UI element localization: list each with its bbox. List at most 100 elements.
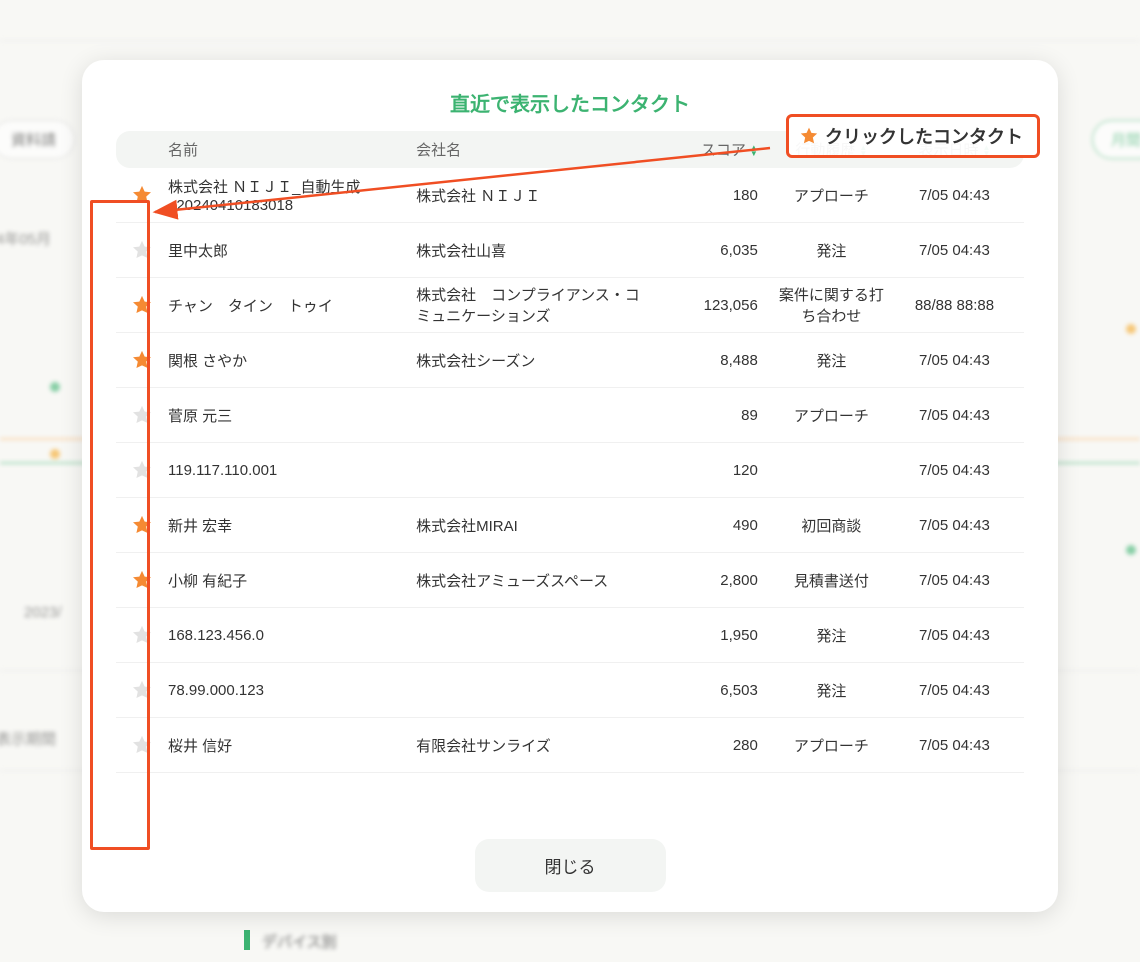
company-cell: 有限会社サンライズ — [416, 735, 664, 756]
device-indicator-bar — [244, 930, 250, 950]
action-cell: 発注 — [768, 680, 895, 701]
bg-device-label: デバイス別 — [262, 931, 337, 952]
star-cell[interactable] — [116, 624, 168, 646]
table-row[interactable]: 119.117.110.001 120 7/05 04:43 — [116, 443, 1024, 498]
star-icon[interactable] — [131, 679, 153, 701]
action-cell: 発注 — [768, 625, 895, 646]
table-row[interactable]: 168.123.456.0 1,950発注7/05 04:43 — [116, 608, 1024, 663]
score-cell: 8,488 — [664, 352, 768, 369]
score-cell: 1,950 — [664, 627, 768, 644]
company-cell: 株式会社山喜 — [416, 240, 664, 261]
action-cell: 発注 — [768, 240, 895, 261]
action-cell: 案件に関する打ち合わせ — [768, 284, 895, 326]
score-cell: 2,800 — [664, 572, 768, 589]
star-cell[interactable] — [116, 569, 168, 591]
star-icon[interactable] — [131, 404, 153, 426]
star-cell[interactable] — [116, 349, 168, 371]
star-icon[interactable] — [131, 294, 153, 316]
name-cell: 関根 さやか — [168, 350, 416, 371]
score-cell: 6,503 — [664, 682, 768, 699]
contacts-table: 名前 会社名 スコア▲▼ 行動履歴▲▼ 表示日時▲▼ 株式会社 ＮＩＪＩ_自動生… — [116, 131, 1024, 773]
action-cell: アプローチ — [768, 735, 895, 756]
date-cell: 7/05 04:43 — [895, 187, 1014, 204]
modal-title: 直近で表示したコンタクト — [116, 88, 1024, 117]
date-cell: 7/05 04:43 — [895, 517, 1014, 534]
bg-range: 表示期間 — [0, 728, 56, 749]
star-icon[interactable] — [131, 569, 153, 591]
annotation-callout: クリックしたコンタクト — [786, 114, 1040, 158]
star-icon[interactable] — [131, 734, 153, 756]
name-cell: 里中太郎 — [168, 240, 416, 261]
name-cell: 菅原 元三 — [168, 405, 416, 426]
date-cell: 7/05 04:43 — [895, 407, 1014, 424]
recent-contacts-modal: 直近で表示したコンタクト 名前 会社名 スコア▲▼ 行動履歴▲▼ 表示日時▲▼ … — [82, 60, 1058, 912]
name-cell: 78.99.000.123 — [168, 682, 416, 699]
star-cell[interactable] — [116, 459, 168, 481]
star-icon[interactable] — [131, 459, 153, 481]
date-cell: 88/88 88:88 — [895, 297, 1014, 314]
company-cell: 株式会社 コンプライアンス・コミュニケーションズ — [416, 284, 664, 326]
score-cell: 490 — [664, 517, 768, 534]
star-icon[interactable] — [131, 349, 153, 371]
company-cell: 株式会社MIRAI — [416, 515, 664, 536]
date-cell: 7/05 04:43 — [895, 462, 1014, 479]
name-cell: 168.123.456.0 — [168, 627, 416, 644]
date-cell: 7/05 04:43 — [895, 242, 1014, 259]
col-header-name: 名前 — [168, 139, 416, 160]
star-cell[interactable] — [116, 184, 168, 206]
star-cell[interactable] — [116, 239, 168, 261]
score-cell: 180 — [664, 187, 768, 204]
date-cell: 7/05 04:43 — [895, 572, 1014, 589]
score-cell: 89 — [664, 407, 768, 424]
name-cell: 株式会社 ＮＩＪＩ_自動生成_20240410183018 — [168, 176, 416, 214]
name-cell: 小柳 有紀子 — [168, 570, 416, 591]
date-cell: 7/05 04:43 — [895, 682, 1014, 699]
date-cell: 7/05 04:43 — [895, 737, 1014, 754]
star-icon — [799, 126, 819, 146]
star-cell[interactable] — [116, 514, 168, 536]
col-header-company: 会社名 — [416, 139, 664, 160]
close-button[interactable]: 閉じる — [475, 839, 666, 892]
name-cell: 119.117.110.001 — [168, 462, 416, 479]
score-cell: 280 — [664, 737, 768, 754]
company-cell: 株式会社 ＮＩＪＩ — [416, 185, 664, 206]
name-cell: 新井 宏幸 — [168, 515, 416, 536]
star-cell[interactable] — [116, 294, 168, 316]
table-row[interactable]: 里中太郎株式会社山喜6,035発注7/05 04:43 — [116, 223, 1024, 278]
star-cell[interactable] — [116, 404, 168, 426]
date-cell: 7/05 04:43 — [895, 352, 1014, 369]
table-row[interactable]: 78.99.000.123 6,503発注7/05 04:43 — [116, 663, 1024, 718]
score-cell: 123,056 — [664, 297, 768, 314]
table-row[interactable]: 桜井 信好有限会社サンライズ280アプローチ7/05 04:43 — [116, 718, 1024, 773]
table-row[interactable]: チャン タイン トゥイ株式会社 コンプライアンス・コミュニケーションズ123,0… — [116, 278, 1024, 333]
company-cell: 株式会社シーズン — [416, 350, 664, 371]
table-row[interactable]: 小柳 有紀子株式会社アミューズスペース2,800見積書送付7/05 04:43 — [116, 553, 1024, 608]
score-cell: 120 — [664, 462, 768, 479]
table-row[interactable]: 株式会社 ＮＩＪＩ_自動生成_20240410183018株式会社 ＮＩＪＩ18… — [116, 168, 1024, 223]
sort-icon: ▲▼ — [750, 145, 758, 157]
table-row[interactable]: 新井 宏幸株式会社MIRAI490初回商談7/05 04:43 — [116, 498, 1024, 553]
action-cell: 初回商談 — [768, 515, 895, 536]
col-header-score[interactable]: スコア▲▼ — [664, 139, 768, 160]
star-icon[interactable] — [131, 514, 153, 536]
action-cell: アプローチ — [768, 405, 895, 426]
table-row[interactable]: 関根 さやか株式会社シーズン8,488発注7/05 04:43 — [116, 333, 1024, 388]
star-cell[interactable] — [116, 734, 168, 756]
company-cell: 株式会社アミューズスペース — [416, 570, 664, 591]
annotation-callout-text: クリックしたコンタクト — [825, 123, 1023, 149]
bg-pill-left: 資料請 — [0, 120, 75, 159]
bg-pill-right: 月間 — [1092, 120, 1140, 159]
action-cell: アプローチ — [768, 185, 895, 206]
date-cell: 7/05 04:43 — [895, 627, 1014, 644]
name-cell: チャン タイン トゥイ — [168, 295, 416, 316]
star-icon[interactable] — [131, 184, 153, 206]
table-body: 株式会社 ＮＩＪＩ_自動生成_20240410183018株式会社 ＮＩＪＩ18… — [116, 168, 1024, 773]
star-cell[interactable] — [116, 679, 168, 701]
score-cell: 6,035 — [664, 242, 768, 259]
name-cell: 桜井 信好 — [168, 735, 416, 756]
star-icon[interactable] — [131, 624, 153, 646]
table-row[interactable]: 菅原 元三 89アプローチ7/05 04:43 — [116, 388, 1024, 443]
star-icon[interactable] — [131, 239, 153, 261]
action-cell: 発注 — [768, 350, 895, 371]
action-cell: 見積書送付 — [768, 570, 895, 591]
